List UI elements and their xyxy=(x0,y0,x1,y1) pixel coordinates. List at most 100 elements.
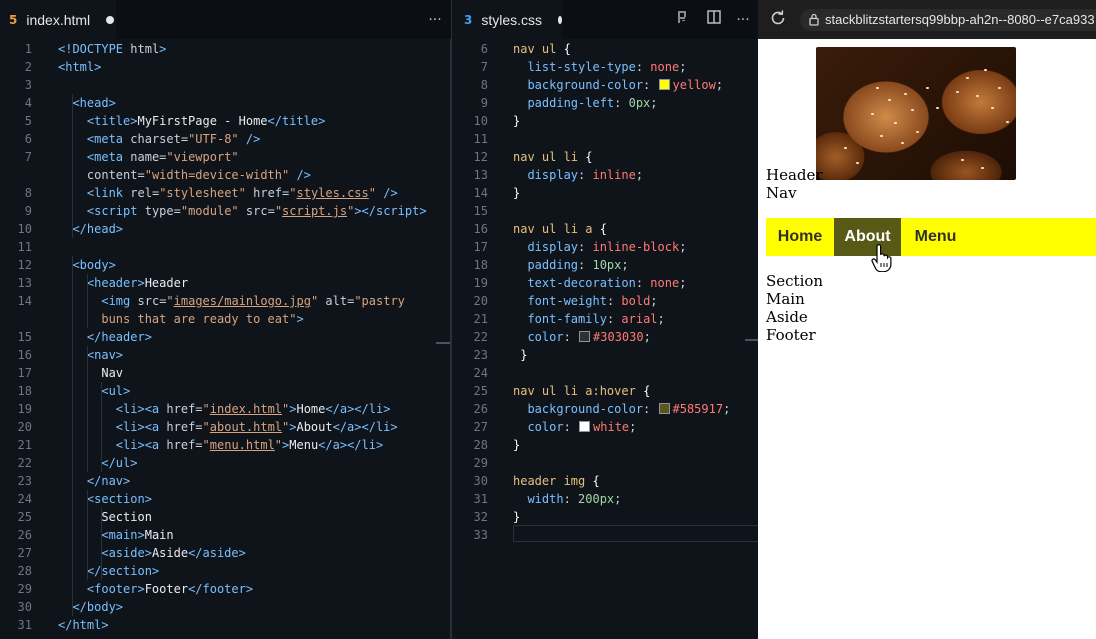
pastry-buns-image xyxy=(816,47,1016,180)
url-text: stackblitzstartersq99bbp-ah2n--8080--e7c… xyxy=(825,12,1095,27)
line-number: 5 xyxy=(24,114,32,128)
scrollbar-thumb[interactable] xyxy=(745,339,758,341)
line-number: 18 xyxy=(473,258,488,272)
code-line: } xyxy=(513,510,521,524)
line-number: 25 xyxy=(473,384,488,398)
unsaved-dot-icon[interactable] xyxy=(106,15,115,24)
code-line: } xyxy=(513,114,521,128)
sesame-seed xyxy=(926,87,929,89)
line-number: 30 xyxy=(17,600,32,614)
preview-main-text: Main xyxy=(766,290,805,308)
sesame-seed xyxy=(901,142,904,144)
sesame-seed xyxy=(876,87,879,89)
sesame-seed xyxy=(916,131,919,133)
code-line: </html> xyxy=(58,618,109,632)
line-number: 24 xyxy=(473,366,488,380)
line-number: 20 xyxy=(473,294,488,308)
lock-icon xyxy=(809,13,819,26)
line-number: 20 xyxy=(17,420,32,434)
line-number: 17 xyxy=(17,366,32,380)
css-editor-tabbar: 3 styles.css ··· xyxy=(452,0,758,39)
split-editor-icon[interactable] xyxy=(704,10,724,30)
line-number: 11 xyxy=(473,132,488,146)
line-number: 12 xyxy=(473,150,488,164)
line-number: 11 xyxy=(17,240,32,254)
code-line: <html> xyxy=(58,60,102,74)
line-number: 6 xyxy=(24,132,32,146)
line-number: 24 xyxy=(17,492,32,506)
line-number: 16 xyxy=(17,348,32,362)
code-line: } xyxy=(513,186,521,200)
sesame-seed xyxy=(976,95,979,97)
tab-index-html[interactable]: 5 index.html xyxy=(0,0,116,39)
reload-icon-svg xyxy=(771,10,785,25)
code-line: <img src="images/mainlogo.jpg" alt="past… xyxy=(101,294,405,308)
reload-icon[interactable] xyxy=(766,9,790,29)
line-number: 31 xyxy=(17,618,32,632)
prettier-format-icon[interactable] xyxy=(674,10,692,30)
indent-guide xyxy=(101,508,103,580)
nav-link-home[interactable]: Home xyxy=(766,218,834,256)
line-number: 2 xyxy=(24,60,32,74)
unsaved-dot-icon[interactable] xyxy=(558,15,562,24)
sesame-seed xyxy=(911,109,914,111)
indent-guide xyxy=(86,346,88,472)
code-line: <li><a href="about.html">About</a></li> xyxy=(115,420,398,434)
code-line: buns that are ready to eat"> xyxy=(101,312,304,326)
sesame-seed xyxy=(998,87,1001,89)
indent-guide xyxy=(72,94,74,238)
line-number: 16 xyxy=(473,222,488,236)
line-number: 9 xyxy=(24,204,32,218)
line-number: 22 xyxy=(17,456,32,470)
code-line: <nav> xyxy=(86,348,124,362)
indent-guide xyxy=(72,256,74,616)
code-line: } xyxy=(513,438,521,452)
preview-footer-text: Footer xyxy=(766,326,816,344)
line-number: 17 xyxy=(473,240,488,254)
more-actions-icon[interactable]: ··· xyxy=(733,10,753,30)
sesame-seed xyxy=(888,99,891,101)
code-line: color: white; xyxy=(527,420,637,434)
code-line: nav ul li a:hover { xyxy=(513,384,651,398)
code-line: nav ul li a { xyxy=(513,222,607,236)
sesame-seed xyxy=(961,159,964,161)
line-number: 10 xyxy=(17,222,32,236)
code-line: <li><a href="index.html">Home</a></li> xyxy=(115,402,391,416)
line-number xyxy=(0,310,32,328)
more-actions-icon[interactable]: ··· xyxy=(424,10,446,30)
hand-pointer-cursor-icon xyxy=(871,244,892,272)
line-number: 32 xyxy=(473,510,488,524)
tab-styles-css[interactable]: 3 styles.css xyxy=(452,0,562,39)
line-number: 4 xyxy=(24,96,32,110)
html-editor-tabbar: 5 index.html ··· xyxy=(0,0,451,39)
indent-guide xyxy=(101,382,103,472)
sesame-seed xyxy=(966,77,969,79)
sesame-seed xyxy=(880,135,883,137)
url-field[interactable]: stackblitzstartersq99bbp-ah2n--8080--e7c… xyxy=(800,9,1096,31)
line-number: 30 xyxy=(473,474,488,488)
html5-file-icon: 5 xyxy=(9,12,18,27)
sesame-seed xyxy=(871,113,874,115)
code-line: background-color: #585917; xyxy=(527,402,731,416)
preview-address-bar: stackblitzstartersq99bbp-ah2n--8080--e7c… xyxy=(758,0,1096,39)
preview-section-text: Section xyxy=(766,272,824,290)
code-line: padding-left: 0px; xyxy=(527,96,658,110)
line-number: 31 xyxy=(473,492,488,506)
sesame-seed xyxy=(844,147,847,149)
line-number: 10 xyxy=(473,114,488,128)
sesame-seed xyxy=(991,107,994,109)
line-number: 29 xyxy=(17,582,32,596)
code-line: <meta charset="UTF-8" /> xyxy=(86,132,261,146)
sesame-seed xyxy=(956,91,959,93)
line-number: 29 xyxy=(473,456,488,470)
line-number: 26 xyxy=(17,528,32,542)
line-number: 15 xyxy=(473,204,488,218)
preview-header-text: Header xyxy=(766,166,823,184)
code-line: <script type="module" src="script.js"></… xyxy=(86,204,427,218)
nav-link-menu[interactable]: Menu xyxy=(901,218,970,256)
line-number: 8 xyxy=(480,78,488,92)
code-line: padding: 10px; xyxy=(527,258,629,272)
code-line: <li><a href="menu.html">Menu</a></li> xyxy=(115,438,384,452)
line-number: 26 xyxy=(473,402,488,416)
scrollbar-thumb[interactable] xyxy=(436,342,450,344)
